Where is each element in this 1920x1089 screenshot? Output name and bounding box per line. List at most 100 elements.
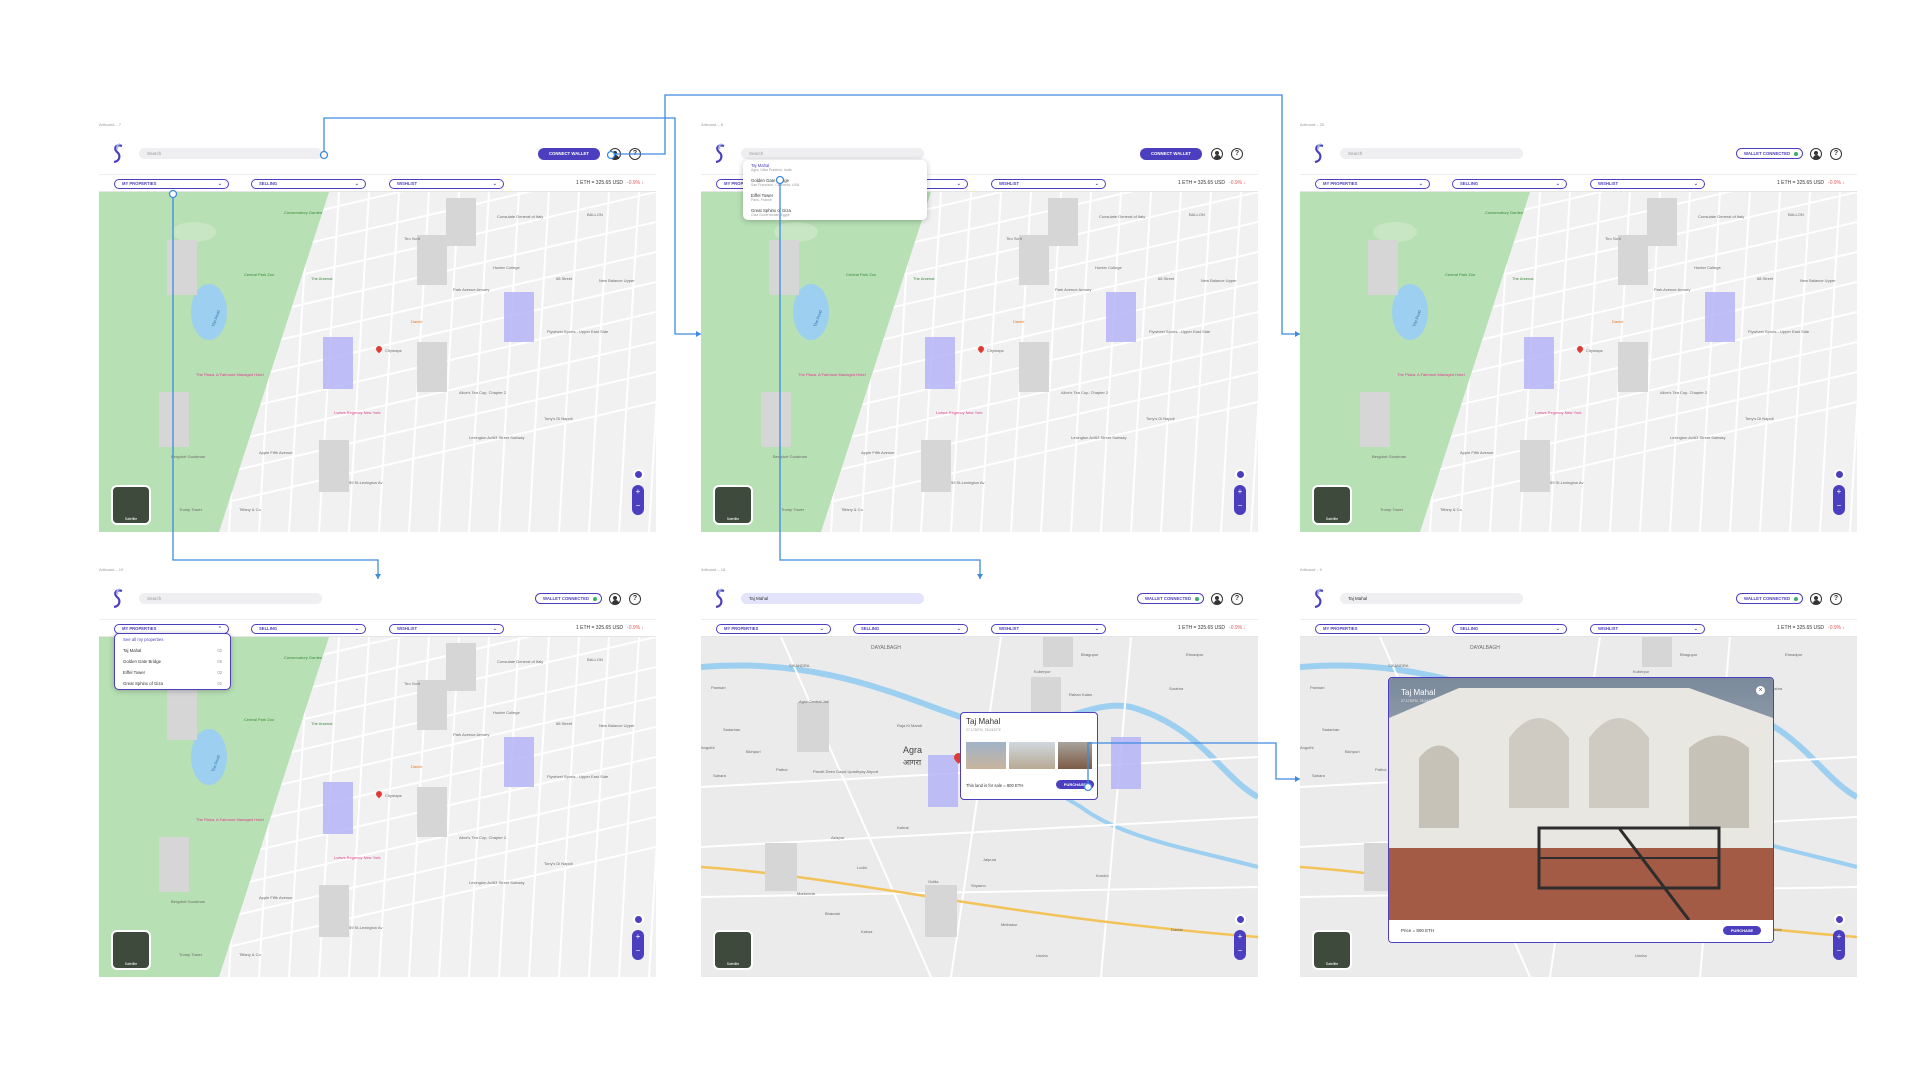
zoom-out-icon[interactable]: − [632,499,644,513]
zoom-in-icon[interactable]: + [1234,930,1246,944]
logo-icon[interactable] [1312,588,1326,610]
unavailable-plot[interactable] [1368,240,1398,295]
satellite-toggle[interactable]: Satellite [1312,485,1352,525]
owned-property-plot[interactable] [1524,337,1554,389]
my-properties-dropdown[interactable]: MY PROPERTIES ⌄ [1315,624,1430,634]
owned-property-plot[interactable] [1111,737,1141,789]
owned-property-plot[interactable] [1705,292,1735,342]
zoom-control[interactable]: + − [1234,485,1246,515]
property-photo[interactable] [1058,742,1092,769]
unavailable-plot[interactable] [167,685,197,740]
logo-icon[interactable] [713,143,727,165]
map-view[interactable]: Agra आगरा DAYALBAGH SIKANDRA Bhagupur Et… [701,637,1258,977]
map-view[interactable]: Citymaps Conservatory Garden Consulate G… [701,192,1258,532]
wallet-connected-button[interactable]: WALLET CONNECTED [535,593,603,604]
my-location-icon[interactable] [1834,469,1845,480]
unavailable-plot[interactable] [1618,342,1648,392]
wishlist-dropdown[interactable]: WISHLIST ⌄ [991,624,1106,634]
zoom-out-icon[interactable]: − [1833,499,1845,513]
logo-icon[interactable] [1312,143,1326,165]
search-input[interactable]: Search [741,148,924,159]
search-result-item[interactable]: Golden Gate Bridge San Francisco, Califor… [743,175,927,190]
unavailable-plot[interactable] [797,702,829,752]
search-input[interactable]: Search [1340,148,1523,159]
unavailable-plot[interactable] [417,680,447,730]
search-result-item[interactable]: Great Sphinx of Giza Giza Governorate, Eg… [743,205,927,220]
wishlist-dropdown[interactable]: WISHLIST ⌄ [389,179,504,189]
selling-dropdown[interactable]: SELLING ⌄ [853,624,968,634]
account-icon[interactable] [609,593,621,605]
my-location-icon[interactable] [1235,914,1246,925]
zoom-in-icon[interactable]: + [1833,485,1845,499]
account-icon[interactable] [1810,593,1822,605]
satellite-toggle[interactable]: Satellite [713,485,753,525]
zoom-in-icon[interactable]: + [1234,485,1246,499]
search-input[interactable]: Search [139,148,322,159]
logo-icon[interactable] [713,588,727,610]
property-photo[interactable] [1009,742,1055,769]
zoom-in-icon[interactable]: + [1833,930,1845,944]
unavailable-plot[interactable] [1048,198,1078,246]
satellite-toggle[interactable]: Satellite [111,930,151,970]
my-location-icon[interactable] [1834,914,1845,925]
search-result-item[interactable]: Taj Mahal Agra, Uttar Pradesh, India [743,160,927,175]
close-icon[interactable]: × [1756,686,1765,695]
help-icon[interactable]: ? [629,148,641,160]
connect-wallet-button[interactable]: CONNECT WALLET [1140,148,1202,160]
unavailable-plot[interactable] [1019,235,1049,285]
my-properties-dropdown[interactable]: MY PROPERTIES ⌄ [114,179,229,189]
unavailable-plot[interactable] [446,643,476,691]
unavailable-plot[interactable] [319,440,349,492]
account-icon[interactable] [1810,148,1822,160]
selling-dropdown[interactable]: SELLING ⌄ [251,179,366,189]
purchase-button[interactable]: PURCHASE [1723,926,1761,935]
account-icon[interactable] [1211,593,1223,605]
zoom-control[interactable]: + − [632,930,644,960]
property-photo[interactable] [966,742,1006,769]
help-icon[interactable]: ? [1830,593,1842,605]
wishlist-dropdown[interactable]: WISHLIST ⌄ [991,179,1106,189]
connect-wallet-button[interactable]: CONNECT WALLET [538,148,600,160]
unavailable-plot[interactable] [446,198,476,246]
zoom-out-icon[interactable]: − [632,944,644,958]
purchase-button[interactable]: PURCHASE [1056,780,1094,789]
zoom-out-icon[interactable]: − [1234,944,1246,958]
satellite-toggle[interactable]: Satellite [1312,930,1352,970]
menu-item-property[interactable]: Eiffel Tower 02 [115,667,230,678]
zoom-control[interactable]: + − [632,485,644,515]
zoom-out-icon[interactable]: − [1833,944,1845,958]
zoom-control[interactable]: + − [1234,930,1246,960]
selling-dropdown[interactable]: SELLING ⌄ [251,624,366,634]
help-icon[interactable]: ? [629,593,641,605]
menu-item-property[interactable]: Taj Mahal 02 [115,645,230,656]
map-view[interactable]: Citymaps Conservatory Garden Consulate G… [1300,192,1857,532]
wishlist-dropdown[interactable]: WISHLIST ⌄ [1590,624,1705,634]
selling-dropdown[interactable]: SELLING ⌄ [1452,179,1567,189]
menu-item-see-all[interactable]: See all my properties [115,634,230,645]
wallet-connected-button[interactable]: WALLET CONNECTED [1736,593,1804,604]
unavailable-plot[interactable] [159,837,189,892]
my-location-icon[interactable] [1235,469,1246,480]
satellite-toggle[interactable]: Satellite [713,930,753,970]
search-input[interactable]: Taj Mahal [1340,593,1523,604]
unavailable-plot[interactable] [1019,342,1049,392]
wallet-connected-button[interactable]: WALLET CONNECTED [1137,593,1205,604]
owned-property-plot[interactable] [1106,292,1136,342]
unavailable-plot[interactable] [769,240,799,295]
my-location-icon[interactable] [633,469,644,480]
wishlist-dropdown[interactable]: WISHLIST ⌄ [1590,179,1705,189]
help-icon[interactable]: ? [1830,148,1842,160]
zoom-in-icon[interactable]: + [632,930,644,944]
unavailable-plot[interactable] [921,440,951,492]
zoom-out-icon[interactable]: − [1234,499,1246,513]
account-icon[interactable] [609,148,621,160]
owned-property-plot[interactable] [504,292,534,342]
unavailable-plot[interactable] [1043,637,1073,667]
zoom-in-icon[interactable]: + [632,485,644,499]
unavailable-plot[interactable] [761,392,791,447]
account-icon[interactable] [1211,148,1223,160]
wishlist-dropdown[interactable]: WISHLIST ⌄ [389,624,504,634]
logo-icon[interactable] [111,143,125,165]
help-icon[interactable]: ? [1231,593,1243,605]
unavailable-plot[interactable] [1360,392,1390,447]
